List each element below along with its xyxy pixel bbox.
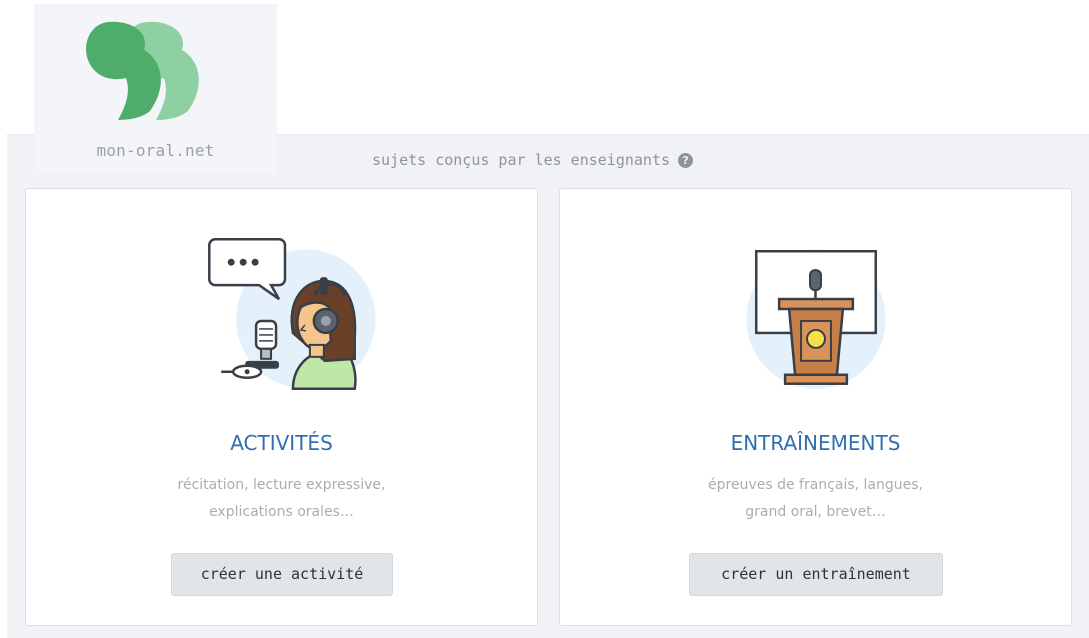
card-title-entrainements[interactable]: ENTRAÎNEMENTS	[560, 431, 1071, 455]
card-desc-activites: récitation, lecture expressive, explicat…	[26, 472, 537, 526]
card-desc-line: grand oral, brevet…	[745, 504, 886, 520]
card-desc-entrainements: épreuves de français, langues, grand ora…	[560, 472, 1071, 526]
site-logo[interactable]: mon-oral.net	[34, 4, 277, 174]
create-training-button[interactable]: créer un entraînement	[689, 553, 943, 596]
logo-text: mon-oral.net	[96, 141, 215, 160]
tagline-text: sujets conçus par les enseignants	[372, 151, 671, 169]
quote-marks-logo-icon	[86, 21, 199, 120]
create-activity-button[interactable]: créer une activité	[171, 553, 393, 596]
card-desc-line: explications orales…	[209, 504, 354, 520]
tagline: sujets conçus par les enseignants ?	[372, 151, 694, 169]
lectern-podium-icon	[746, 249, 886, 389]
card-desc-line: épreuves de français, langues,	[708, 477, 923, 493]
card-title-activites[interactable]: ACTIVITÉS	[26, 431, 537, 455]
help-circle-icon[interactable]: ?	[678, 152, 694, 168]
card-activites: ACTIVITÉS récitation, lecture expressive…	[25, 188, 538, 626]
card-desc-line: récitation, lecture expressive,	[177, 477, 386, 493]
student-headset-microphone-icon	[208, 238, 376, 390]
card-entrainements: ENTRAÎNEMENTS épreuves de français, lang…	[559, 188, 1072, 626]
